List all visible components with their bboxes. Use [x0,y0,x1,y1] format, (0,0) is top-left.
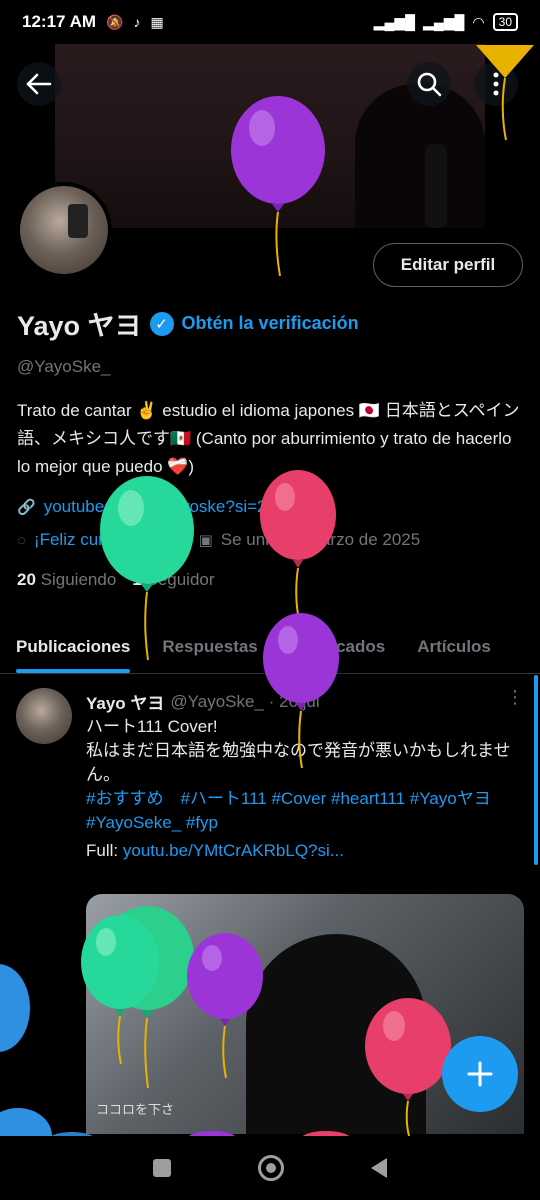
plus-icon [467,1061,493,1087]
followers-count: 1 [132,570,142,589]
wifi-icon: ◠ [472,13,485,30]
following-label: Siguiendo [40,570,117,589]
post-text: ハート111 Cover! 私はまだ日本語を勉強中なので発音が悪いかもしれません… [86,715,526,835]
post-full-url[interactable]: youtu.be/YMtCrAKRbLQ?si... [123,841,344,860]
following-count: 20 [17,570,36,589]
media-caption: ココロを下さ [96,1102,175,1117]
profile-meta-row: ◌ ¡Feliz cumpleaños! ▣ Se unió en marzo … [17,530,420,550]
more-button[interactable] [474,62,518,106]
profile-bio: Trato de cantar ✌️ estudio el idioma jap… [17,401,520,476]
battery-indicator: 30 [492,13,518,31]
calendar-icon: ▣ [198,532,213,549]
get-verified-link[interactable]: Obtén la verificación [182,313,359,334]
post-avatar[interactable] [16,688,72,744]
follow-stats: 20 Siguiendo 1 Seguidor [17,570,215,590]
recents-button[interactable] [153,1159,172,1177]
banner-microphone [425,144,447,228]
signal-icon-2: ▂▄▆█ [423,13,465,30]
followers-label: Seguidor [146,570,215,589]
media-silhouette [246,934,426,1134]
profile-avatar[interactable] [16,182,112,278]
tab-publicaciones[interactable]: Publicaciones [0,620,146,673]
joined-date: Se unió en marzo de 2025 [220,530,421,549]
post-full-label: Full: [86,841,119,860]
more-vertical-icon [493,72,499,96]
tab-articulos[interactable]: Artículos [401,620,507,673]
post-line-2: 私はまだ日本語を勉強中なので発音が悪いかもしれません。 [86,741,511,784]
compose-button[interactable] [442,1036,518,1112]
search-icon [417,72,442,97]
avatar-phone [68,204,88,238]
profile-link[interactable]: youtube.com/@yayoske?si=2z... [44,497,289,517]
tab-respuestas[interactable]: Respuestas [146,620,273,673]
post-handle-date: @YayoSke_ · 26 jul [170,691,320,711]
scrollbar[interactable] [534,675,538,865]
search-button[interactable] [407,62,451,106]
status-time: 12:17 AM [22,12,97,31]
back-button[interactable] [17,62,61,106]
followers-link[interactable]: 1 Seguidor [132,570,214,590]
post-more-icon[interactable]: ⋮ [506,687,524,708]
banner-silhouette [355,84,485,228]
mute-icon: 🔕 [106,13,124,30]
edit-profile-button[interactable]: Editar perfil [373,243,523,287]
post-header: Yayo ヤヨ @YayoSke_ · 26 jul [86,689,320,714]
display-name: Yayo ヤヨ [17,311,142,341]
post-author-name[interactable]: Yayo ヤヨ [86,689,164,714]
profile-tabs: Publicaciones Respuestas Destacados Artí… [0,620,540,674]
system-navigation-bar [0,1136,540,1200]
birthday-link[interactable]: ¡Feliz cumpleaños! [34,530,177,550]
verified-badge-icon[interactable]: ✓ [149,311,174,336]
signal-icon: ▂▄▆█ [373,13,416,30]
link-icon: 🔗 [17,499,36,516]
tiktok-icon: ♪ [133,14,141,30]
arrow-left-icon [26,73,52,95]
birthday-icon: ◌ [17,531,26,549]
profile-link-row: 🔗 youtube.com/@yayoske?si=2z... [17,497,289,517]
home-button[interactable] [257,1155,284,1181]
following-link[interactable]: 20 Siguiendo [17,570,116,590]
post-line-1: ハート111 Cover! [86,717,218,736]
tab-destacados[interactable]: Destacados [274,620,401,673]
status-bar: 12:17 AM 🔕 ♪ ▦ ▂▄▆█ ▂▄▆█ ◠ 30 [0,0,540,44]
system-back-button[interactable] [370,1158,387,1178]
apps-icon: ▦ [150,13,164,30]
profile-handle: @YayoSke_ [17,357,111,376]
post-full-link-row: Full: youtu.be/YMtCrAKRbLQ?si... [86,841,344,861]
post-hashtags[interactable]: #おすすめ #ハート111 #Cover #heart111 #Yayoヤヨ #… [86,787,526,835]
name-row: Yayo ヤヨ ✓ Obtén la verificación [17,304,359,343]
